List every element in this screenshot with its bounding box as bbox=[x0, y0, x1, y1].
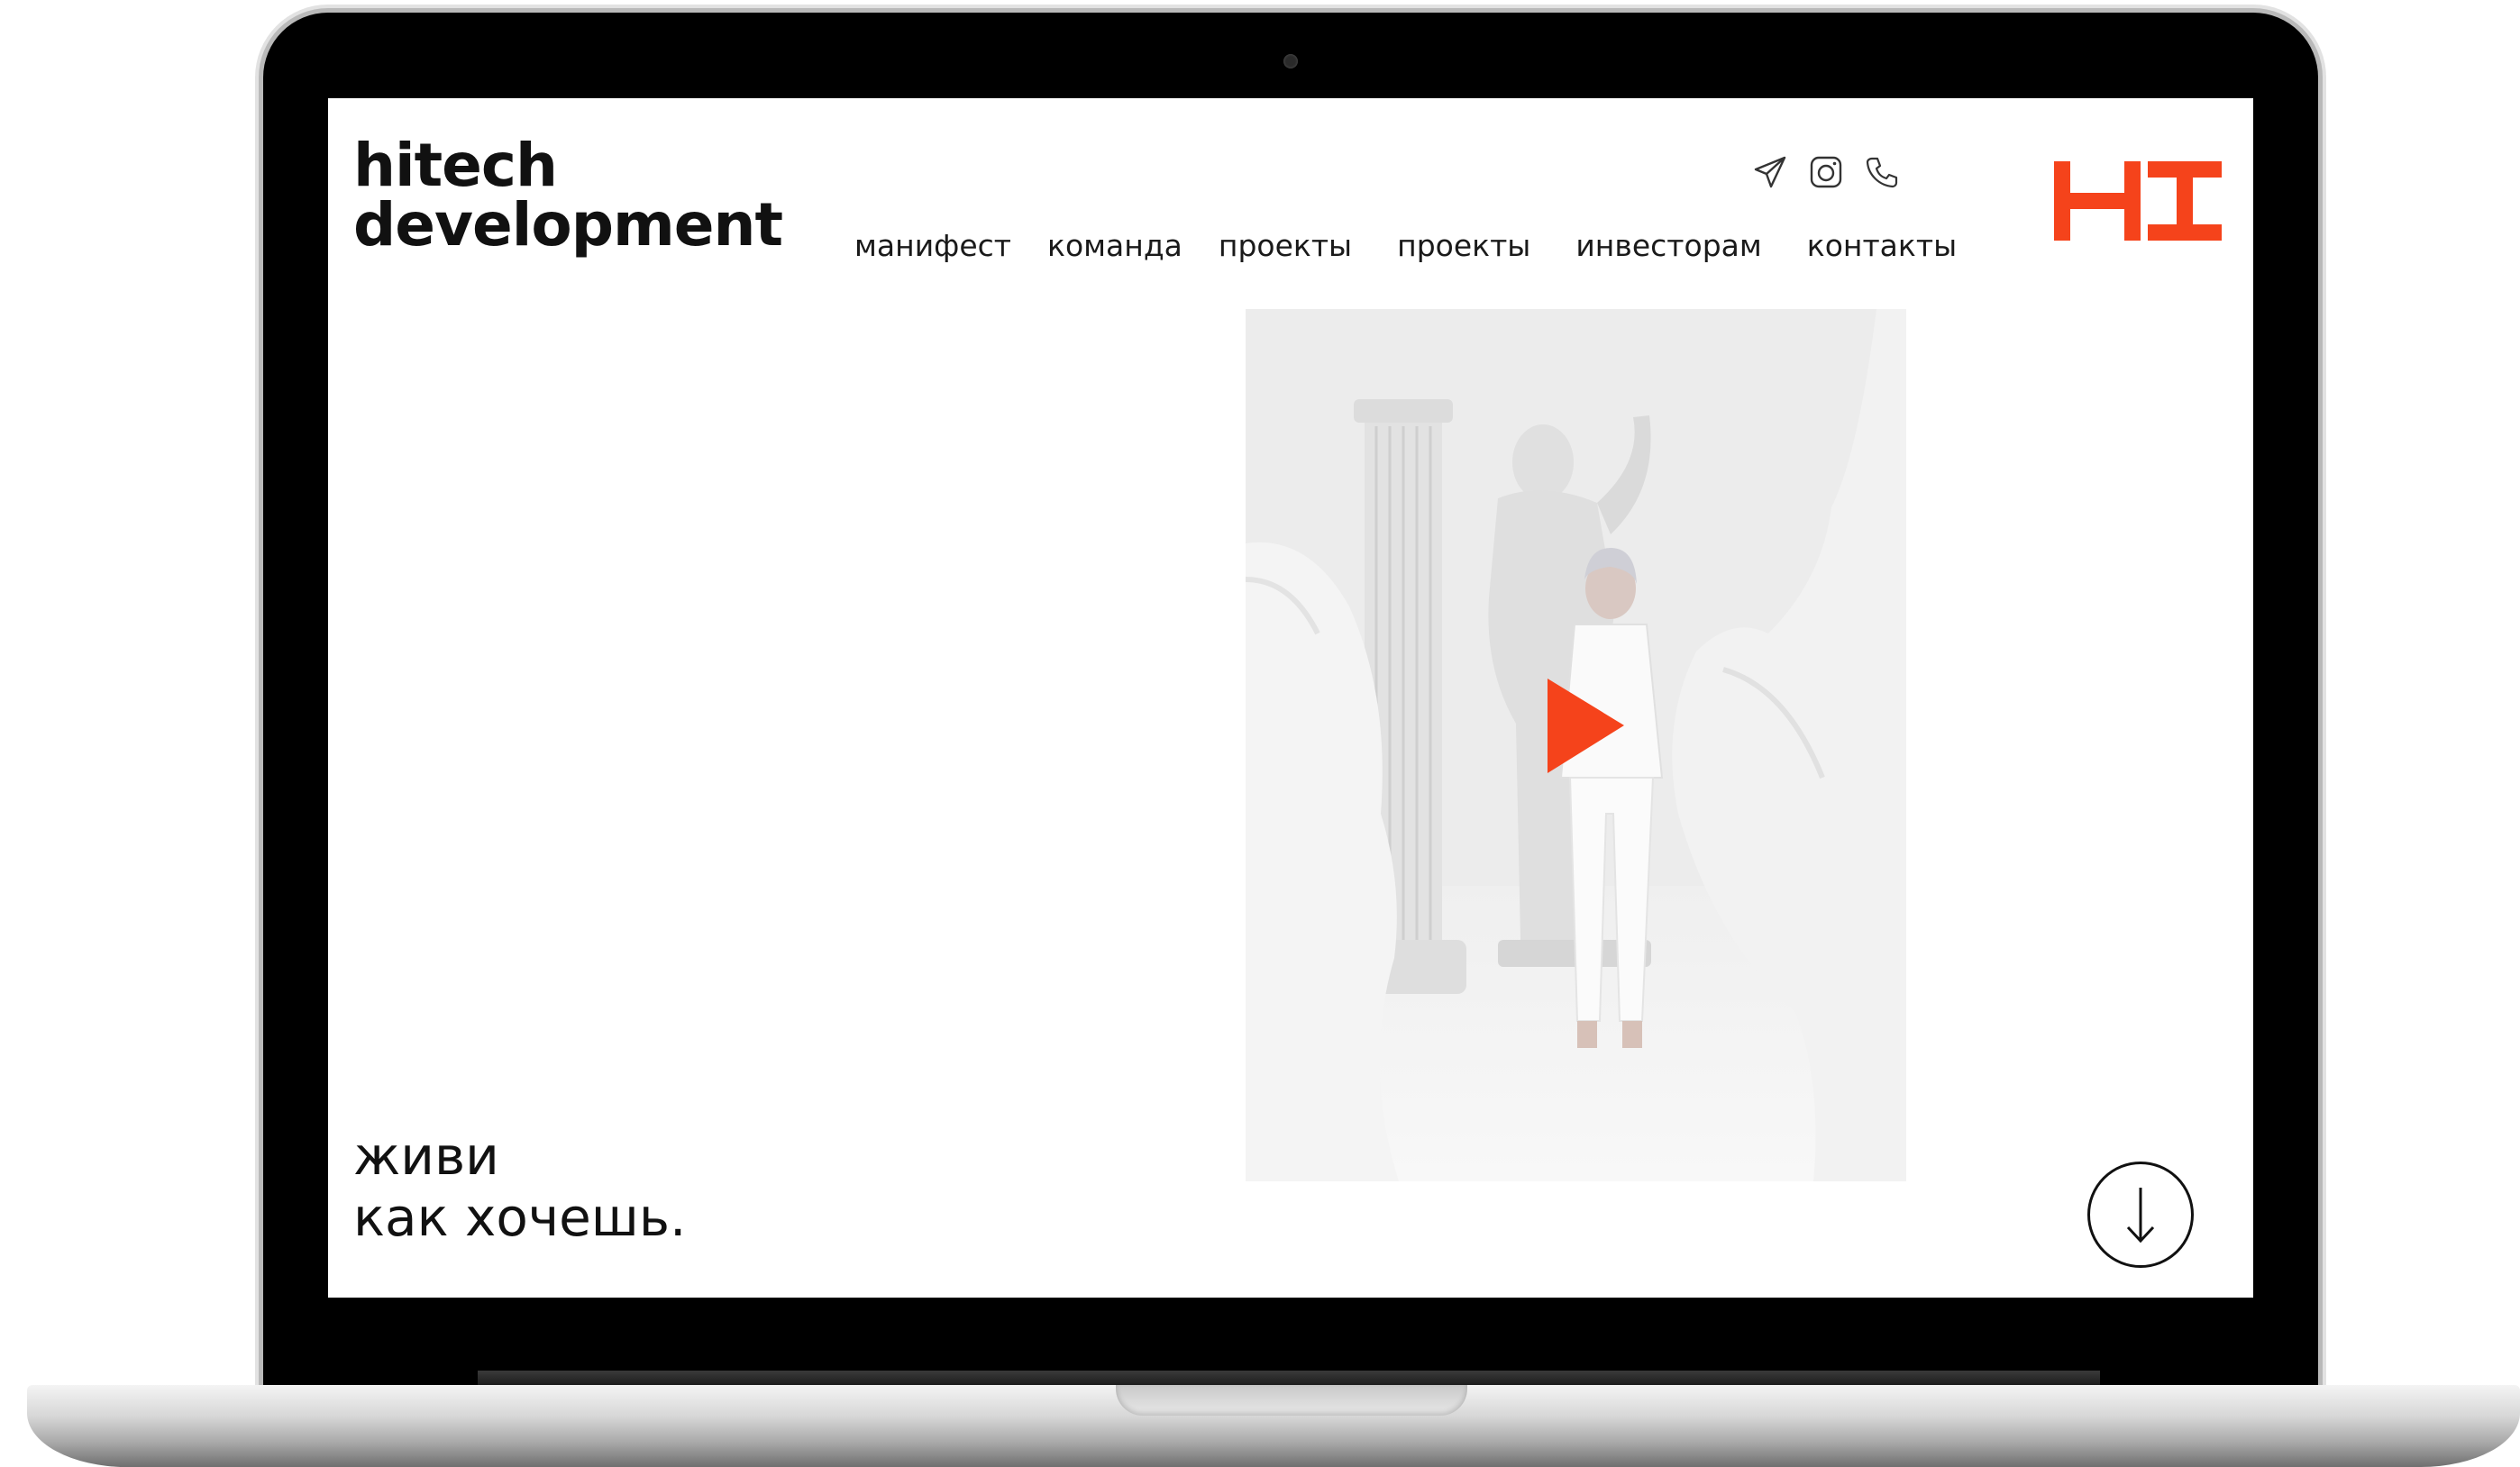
scroll-down-button[interactable] bbox=[2087, 1162, 2194, 1268]
main-nav: манифест команда проекты проекты инвесто… bbox=[854, 226, 1957, 280]
nav-item-manifest[interactable]: манифест bbox=[854, 226, 1011, 280]
tagline-line-1: живи bbox=[353, 1125, 499, 1187]
brand-mark-hi-logo[interactable] bbox=[2054, 161, 2222, 241]
nav-item-contacts[interactable]: контакты bbox=[1807, 226, 1957, 280]
arrow-down-icon bbox=[2126, 1188, 2155, 1244]
laptop-notch bbox=[1116, 1385, 1467, 1416]
nav-item-team[interactable]: команда bbox=[1047, 226, 1182, 280]
logo-line-1: hitech bbox=[353, 131, 558, 200]
brand-mark-shapes bbox=[2054, 161, 2222, 241]
hero-image-statues bbox=[1246, 309, 1906, 1181]
site-logo[interactable]: hitech development bbox=[353, 131, 783, 260]
telegram-icon[interactable] bbox=[1752, 154, 1788, 190]
nav-item-projects-2[interactable]: проекты bbox=[1397, 226, 1530, 280]
hero-video[interactable] bbox=[1246, 309, 1906, 1181]
webcam bbox=[1283, 54, 1298, 68]
nav-item-projects[interactable]: проекты bbox=[1219, 226, 1352, 280]
website-screen: hitech development манифест команда прое… bbox=[328, 98, 2253, 1298]
logo-line-2: development bbox=[353, 190, 783, 260]
phone-icon[interactable] bbox=[1864, 154, 1900, 190]
tagline-line-2: как хочешь. bbox=[353, 1187, 687, 1248]
social-links bbox=[1752, 154, 1900, 190]
nav-item-investors[interactable]: инвесторам bbox=[1575, 226, 1761, 280]
hero-tagline: живи как хочешь. bbox=[353, 1125, 687, 1248]
instagram-icon[interactable] bbox=[1808, 154, 1844, 190]
